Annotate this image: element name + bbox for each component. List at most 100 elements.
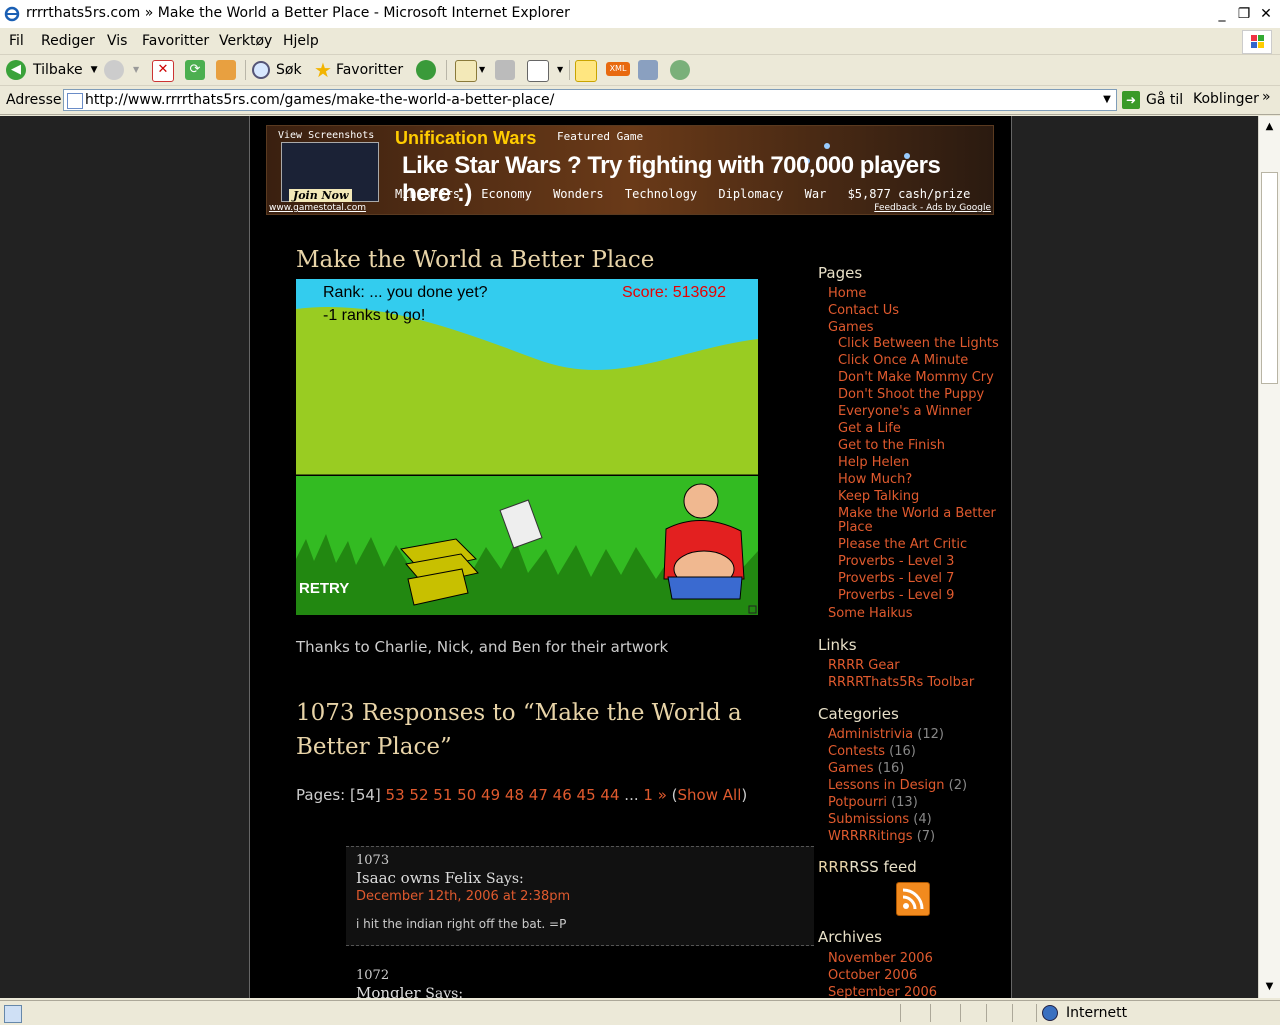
category-name[interactable]: WRRRRitings	[828, 829, 913, 844]
sidebar-link-home[interactable]: Home	[828, 286, 866, 301]
address-input[interactable]: http://www.rrrrthats5rs.com/games/make-t…	[63, 89, 1117, 111]
comment-date-link[interactable]: December 12th, 2006 at 2:38pm	[356, 889, 570, 904]
post-title[interactable]: Make the World a Better Place	[296, 247, 654, 273]
sidebar-link-gear[interactable]: RRRR Gear	[828, 658, 900, 673]
edit-icon[interactable]	[527, 60, 549, 82]
ad-site-link[interactable]: www.gamestotal.com	[269, 203, 366, 213]
research-icon[interactable]	[638, 60, 658, 80]
address-url[interactable]: http://www.rrrrthats5rs.com/games/make-t…	[85, 92, 554, 108]
pager-link[interactable]: 53	[386, 786, 405, 804]
show-all-link[interactable]: Show All	[678, 786, 742, 804]
sidebar-game-link[interactable]: Get a Life	[838, 422, 998, 436]
chevron-right-icon[interactable]: »	[1262, 89, 1271, 105]
menu-file[interactable]: Fil	[9, 33, 24, 49]
menu-view[interactable]: Vis	[107, 33, 127, 49]
minimize-button[interactable]: _	[1212, 4, 1232, 24]
search-button[interactable]: Søk	[252, 59, 302, 81]
category-name[interactable]: Potpourri	[828, 795, 887, 810]
print-icon[interactable]	[495, 60, 515, 80]
pager-link[interactable]: 44	[600, 786, 619, 804]
sidebar-game-link[interactable]: Proverbs - Level 3	[838, 555, 998, 569]
sidebar-game-link[interactable]: Make the World a Better Place	[838, 507, 998, 535]
home-icon[interactable]	[216, 60, 236, 80]
ad-join-button[interactable]: Join Now	[289, 189, 353, 202]
archive-link[interactable]: November 2006	[828, 951, 933, 966]
sidebar-game-link[interactable]: Don't Make Mommy Cry	[838, 371, 998, 385]
pager-link[interactable]: 50	[457, 786, 476, 804]
ad-nav-item[interactable]: Wonders	[553, 187, 604, 201]
sidebar-game-link[interactable]: Click Once A Minute	[838, 354, 998, 368]
ad-nav-item[interactable]: War	[805, 187, 827, 201]
address-dropdown-icon[interactable]: ▼	[1100, 92, 1114, 107]
scroll-thumb[interactable]	[1261, 172, 1278, 384]
favorites-button[interactable]: ★ Favoritter	[314, 58, 403, 82]
forward-dropdown-icon[interactable]: ▼	[133, 65, 139, 74]
edit-dropdown-icon[interactable]: ▼	[557, 65, 563, 74]
close-button[interactable]: ✕	[1256, 4, 1276, 24]
stop-icon[interactable]: ✕	[152, 60, 174, 82]
scroll-up-icon[interactable]: ▲	[1261, 118, 1278, 135]
category-name[interactable]: Games	[828, 761, 873, 776]
menu-tools[interactable]: Verktøy	[219, 33, 272, 49]
forward-arrow-icon[interactable]	[104, 60, 124, 80]
sidebar-game-link[interactable]: Don't Shoot the Puppy	[838, 388, 998, 402]
mail-icon[interactable]	[455, 60, 477, 82]
category-item[interactable]: Lessons in Design (2)	[828, 778, 967, 793]
category-item[interactable]: WRRRRitings (7)	[828, 829, 935, 844]
pager-link[interactable]: 49	[481, 786, 500, 804]
category-item[interactable]: Potpourri (13)	[828, 795, 918, 810]
xml-icon[interactable]: XML	[606, 62, 630, 76]
category-name[interactable]: Lessons in Design	[828, 778, 945, 793]
menu-help[interactable]: Hjelp	[283, 33, 319, 49]
sidebar-game-link[interactable]: Proverbs - Level 7	[838, 572, 998, 586]
back-button[interactable]: ◀ Tilbake ▼	[6, 59, 98, 81]
sidebar-game-link[interactable]: How Much?	[838, 473, 998, 487]
refresh-icon[interactable]: ⟳	[185, 60, 205, 80]
category-name[interactable]: Contests	[828, 744, 885, 759]
pager-first-link[interactable]: 1 »	[643, 786, 667, 804]
note-icon[interactable]	[575, 60, 597, 82]
sidebar-link-toolbar[interactable]: RRRRThats5Rs Toolbar	[828, 675, 974, 690]
pager-link[interactable]: 51	[433, 786, 452, 804]
ad-nav-item[interactable]: $5,877 cash/prize	[848, 187, 971, 201]
category-item[interactable]: Games (16)	[828, 761, 904, 776]
pager-link[interactable]: 46	[553, 786, 572, 804]
archive-link[interactable]: September 2006	[828, 985, 937, 998]
sidebar-game-link[interactable]: Proverbs - Level 9	[838, 589, 998, 603]
category-item[interactable]: Contests (16)	[828, 744, 916, 759]
ad-banner[interactable]: View Screenshots Join Now Unification Wa…	[266, 125, 994, 215]
sidebar-game-link[interactable]: Click Between the Lights	[838, 337, 999, 351]
ad-nav-item[interactable]: Economy	[481, 187, 532, 201]
scroll-down-icon[interactable]: ▼	[1261, 978, 1278, 995]
maximize-button[interactable]: ❐	[1234, 4, 1254, 24]
sidebar-game-link[interactable]: Get to the Finish	[838, 439, 998, 453]
sidebar-link-contact[interactable]: Contact Us	[828, 303, 899, 318]
sidebar-game-link[interactable]: Everyone's a Winner	[838, 405, 998, 419]
sidebar-game-link[interactable]: Please the Art Critic	[838, 538, 998, 552]
category-name[interactable]: Administrivia	[828, 727, 913, 742]
pager-link[interactable]: 45	[577, 786, 596, 804]
ad-nav-item[interactable]: Technology	[625, 187, 697, 201]
category-item[interactable]: Submissions (4)	[828, 812, 932, 827]
messenger-icon[interactable]	[670, 60, 690, 80]
mail-dropdown-icon[interactable]: ▼	[479, 65, 485, 74]
pager-link[interactable]: 52	[409, 786, 428, 804]
rss-icon[interactable]	[896, 882, 930, 916]
sidebar-link-haikus[interactable]: Some Haikus	[828, 606, 913, 621]
pager-link[interactable]: 48	[505, 786, 524, 804]
menu-edit[interactable]: Rediger	[41, 33, 95, 49]
sidebar-link-games[interactable]: Games	[828, 320, 873, 335]
history-icon[interactable]	[416, 60, 436, 80]
archive-link[interactable]: October 2006	[828, 968, 917, 983]
category-item[interactable]: Administrivia (12)	[828, 727, 944, 742]
ad-nav-item[interactable]: Diplomacy	[718, 187, 783, 201]
sidebar-game-link[interactable]: Keep Talking	[838, 490, 998, 504]
back-dropdown-icon[interactable]: ▼	[91, 65, 98, 75]
vertical-scrollbar[interactable]: ▲ ▼	[1258, 116, 1280, 998]
category-name[interactable]: Submissions	[828, 812, 909, 827]
pager-link[interactable]: 47	[529, 786, 548, 804]
ad-nav-item[interactable]: Ministers	[395, 187, 460, 201]
sidebar-game-link[interactable]: Help Helen	[838, 456, 998, 470]
retry-button[interactable]: RETRY	[299, 580, 349, 597]
ad-feedback-link[interactable]: Feedback - Ads by Google	[874, 203, 991, 213]
